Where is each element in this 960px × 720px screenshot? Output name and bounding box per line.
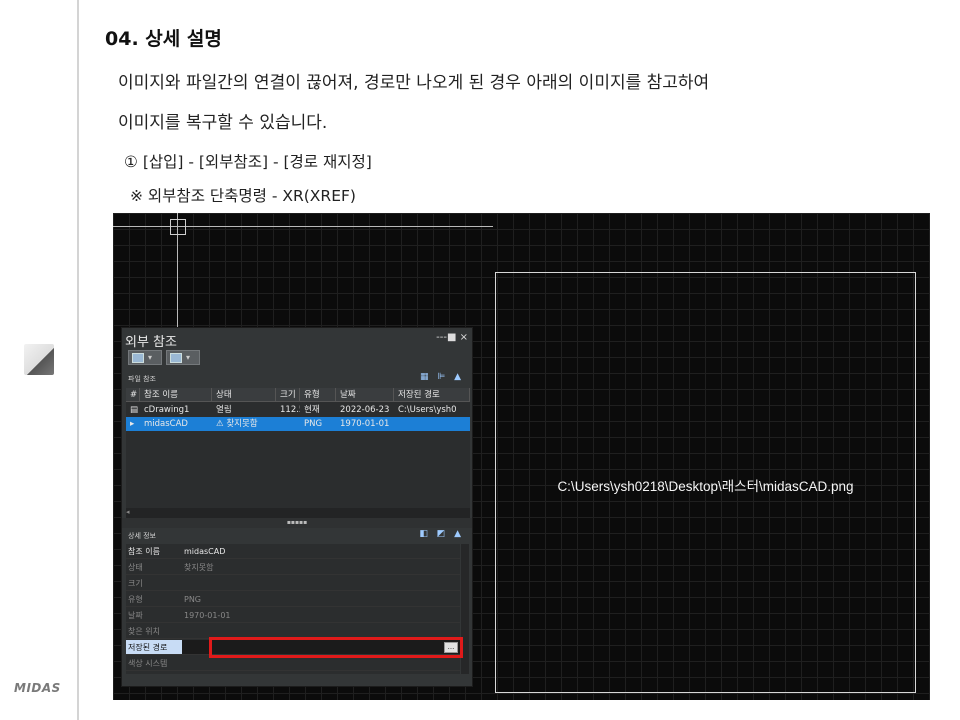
table-row[interactable]: ▤ cDrawing1 열림 112.5... 현재 2022-06-23 C:… [126,403,470,417]
section-heading: 04. 상세 설명 [105,28,222,50]
midas-logo: MIDAS [14,681,61,695]
row-status-warning: ⚠ 찾지못함 [216,419,258,429]
col-type[interactable]: 유형 [300,388,336,401]
row-size [276,417,300,431]
prop-row: 날짜 1970-01-01 [126,608,460,623]
row-name: midasCAD [144,419,188,429]
description-line-2: 이미지를 복구할 수 있습니다. [118,113,328,133]
list-view-icons[interactable]: ▦ ⊫ ▲ [420,372,464,382]
attach-dwg-button[interactable]: ▾ [128,350,162,365]
prop-row: 참조 이름 midasCAD [126,544,460,559]
dwg-icon: ▤ [130,405,139,415]
page-marker-icon [24,344,54,375]
missing-image-path: C:\Users\ysh0218\Desktop\래스터\midasCAD.pn… [557,479,854,494]
col-name[interactable]: 참조 이름 [140,388,212,401]
grid-horizontal-scrollbar[interactable]: ◂ [126,508,470,518]
row-size: 112.5... [280,405,300,415]
prop-row: 색상 시스템 [126,656,460,671]
shortcut-note: ※ 외부참조 단축명령 - XR(XREF) [130,187,356,205]
palette-controls[interactable]: ---■ × [436,332,468,343]
file-references-grid: # 참조 이름 상태 크기 유형 날짜 저장된 경로 ▤ cDrawing1 열… [126,388,470,518]
table-row-selected[interactable]: ▸ midasCAD ⚠ 찾지못함 PNG 1970-01-01 [126,417,470,431]
panel-splitter[interactable]: ▪▪▪▪▪ [122,518,472,528]
col-saved-path[interactable]: 저장된 경로 [394,388,470,401]
row-name: cDrawing1 [144,405,190,415]
saved-path-callout [209,637,463,658]
description-line-1: 이미지와 파일간의 연결이 끊어져, 경로만 나오게 된 경우 아래의 이미지를… [118,73,710,93]
grid-header: # 참조 이름 상태 크기 유형 날짜 저장된 경로 [126,388,470,402]
palette-title: 외부 참조 [125,335,177,350]
xref-palette: 외부 참조 ---■ × ▾ ▾ 파일 참조 ▦ ⊫ ▲ # 참조 이름 상태 … [121,327,473,687]
row-date: 2022-06-23 [340,405,390,415]
attach-icon [132,352,144,363]
row-status: 열림 [216,405,232,415]
row-path [394,417,470,431]
prop-row: 크기 [126,576,460,591]
missing-image-frame: C:\Users\ysh0218\Desktop\래스터\midasCAD.pn… [495,272,916,693]
prop-row: 상태 찾지못함 [126,560,460,575]
col-date[interactable]: 날짜 [336,388,394,401]
row-date: 1970-01-01 [340,419,390,429]
menu-path-step: ① [삽입] - [외부참조] - [경로 재지정] [124,153,372,171]
details-view-icons[interactable]: ◧ ◩ ▲ [419,529,464,539]
cad-screenshot: C:\Users\ysh0218\Desktop\래스터\midasCAD.pn… [113,213,930,700]
col-index[interactable]: # [126,388,140,401]
row-type: PNG [304,419,323,429]
row-type: 현재 [304,405,320,415]
details-label: 상세 정보 [128,532,156,540]
col-status[interactable]: 상태 [212,388,276,401]
margin-divider [77,0,79,720]
row-path: C:\Users\ysh0 [398,405,457,415]
prop-row: 유형 PNG [126,592,460,607]
cursor-pickbox-icon [170,219,186,235]
file-references-label: 파일 참조 [128,375,156,383]
refresh-icon [170,352,182,363]
image-icon: ▸ [130,419,135,429]
refresh-button[interactable]: ▾ [166,350,200,365]
col-size[interactable]: 크기 [276,388,300,401]
palette-toolbar: ▾ ▾ [128,350,200,366]
